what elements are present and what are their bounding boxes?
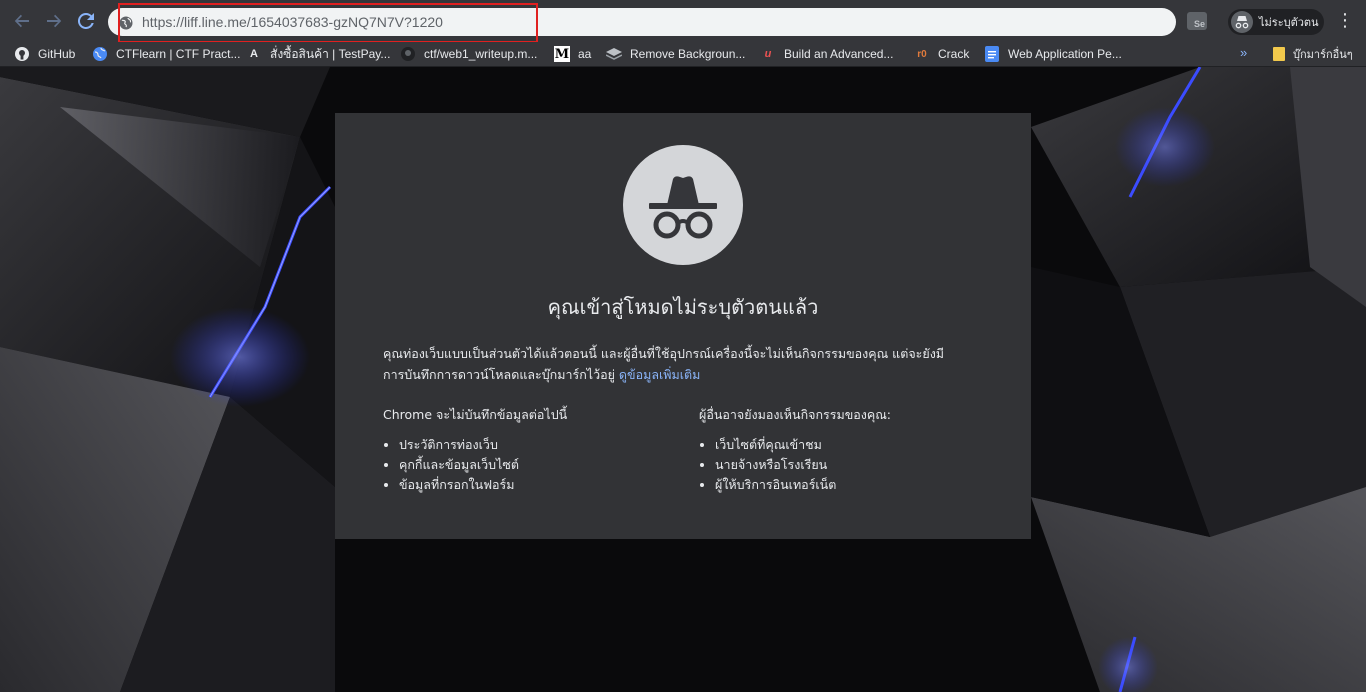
intro-line-1: คุณท่องเว็บแบบเป็นส่วนตัวได้แล้วตอนนี้ แ… — [383, 346, 945, 361]
bookmark-aa[interactable]: M aa — [554, 45, 591, 63]
docs-icon — [984, 46, 1000, 62]
list-item: ประวัติการท่องเว็บ — [399, 435, 683, 455]
extension-label: Se — [1193, 19, 1205, 29]
list-item: เว็บไซต์ที่คุณเข้าชม — [715, 435, 999, 455]
list-item: ข้อมูลที่กรอกในฟอร์ม — [399, 475, 683, 495]
list-item: นายจ้างหรือโรงเรียน — [715, 455, 999, 475]
globe-icon — [92, 46, 108, 62]
reload-icon[interactable] — [70, 5, 102, 37]
globe-icon — [119, 15, 133, 30]
bookmark-crack[interactable]: r0 Crack — [914, 45, 969, 63]
intro-text: คุณท่องเว็บแบบเป็นส่วนตัวได้แล้วตอนนี้ แ… — [383, 343, 993, 385]
learn-more-link[interactable]: ดูข้อมูลเพิ่มเติม — [619, 367, 700, 382]
forward-arrow-icon[interactable] — [38, 5, 70, 37]
browser-toolbar: Se ไม่ระบุตัวตน ⋮ — [0, 0, 1366, 43]
extension-icon[interactable]: Se — [1187, 12, 1207, 30]
folder-icon — [1271, 46, 1287, 62]
other-bookmarks-folder[interactable]: บุ๊กมาร์กอื่นๆ — [1271, 45, 1353, 63]
bookmark-github[interactable]: GitHub — [14, 45, 75, 63]
intro-line-2: การบันทึกการดาวน์โหลดและบุ๊กมาร์กไว้อยู่ — [383, 367, 615, 382]
kebab-menu-icon[interactable]: ⋮ — [1336, 10, 1354, 32]
may-be-visible-column: ผู้อื่นอาจยังมองเห็นกิจกรรมของคุณ: เว็บไ… — [699, 405, 999, 495]
bookmark-testpay[interactable]: A สั่งซื้อสินค้า | TestPay... — [246, 45, 390, 63]
bookmark-label: Remove Backgroun... — [630, 47, 746, 61]
r0-icon: r0 — [917, 48, 927, 60]
other-bookmarks-label: บุ๊กมาร์กอื่นๆ — [1293, 49, 1353, 61]
incognito-avatar-icon — [1231, 11, 1253, 33]
incognito-profile-button[interactable]: ไม่ระบุตัวตน — [1228, 9, 1324, 35]
bookmark-label: Build an Advanced... — [784, 47, 894, 61]
profile-label: ไม่ระบุตัวตน — [1259, 17, 1319, 29]
list-item: ผู้ให้บริการอินเทอร์เน็ต — [715, 475, 999, 495]
bookmarks-overflow-button[interactable]: » — [1240, 45, 1247, 60]
bookmark-build-advanced[interactable]: u Build an Advanced... — [760, 45, 894, 63]
bookmark-label: ctf/web1_writeup.m... — [424, 47, 538, 61]
bookmark-label: CTFlearn | CTF Pract... — [116, 47, 241, 61]
bookmark-web-app-pentest[interactable]: Web Application Pe... — [984, 45, 1122, 63]
address-bar[interactable] — [108, 8, 1176, 36]
bookmark-label: สั่งซื้อสินค้า | TestPay... — [270, 46, 391, 61]
letter-a-icon: A — [250, 48, 258, 60]
bookmark-label: aa — [578, 47, 592, 61]
not-saved-column: Chrome จะไม่บันทึกข้อมูลต่อไปนี้ ประวัติ… — [383, 405, 683, 495]
may-be-visible-heading: ผู้อื่นอาจยังมองเห็นกิจกรรมของคุณ: — [699, 407, 892, 422]
page-title: คุณเข้าสู่โหมดไม่ระบุตัวตนแล้ว — [547, 295, 819, 319]
github-icon — [400, 46, 416, 62]
udemy-icon: u — [764, 48, 772, 60]
incognito-info-panel: คุณเข้าสู่โหมดไม่ระบุตัวตนแล้ว คุณท่องเว… — [335, 113, 1031, 539]
incognito-icon — [623, 145, 743, 265]
bookmark-label: Crack — [938, 47, 970, 61]
bookmark-label: Web Application Pe... — [1008, 47, 1122, 61]
bookmark-ctflearn[interactable]: CTFlearn | CTF Pract... — [92, 45, 240, 63]
list-item: คุกกี้และข้อมูลเว็บไซต์ — [399, 455, 683, 475]
bookmark-remove-background[interactable]: Remove Backgroun... — [606, 45, 745, 63]
layers-icon — [606, 46, 622, 62]
back-arrow-icon[interactable] — [6, 5, 38, 37]
bookmarks-bar: GitHub CTFlearn | CTF Pract... A สั่งซื้… — [0, 42, 1366, 67]
medium-icon: M — [554, 46, 570, 62]
github-icon — [14, 46, 30, 62]
not-saved-heading: Chrome จะไม่บันทึกข้อมูลต่อไปนี้ — [383, 407, 568, 422]
bookmark-ctf-writeup[interactable]: ctf/web1_writeup.m... — [400, 45, 537, 63]
url-input[interactable] — [142, 12, 1042, 32]
bookmark-label: GitHub — [38, 47, 76, 61]
